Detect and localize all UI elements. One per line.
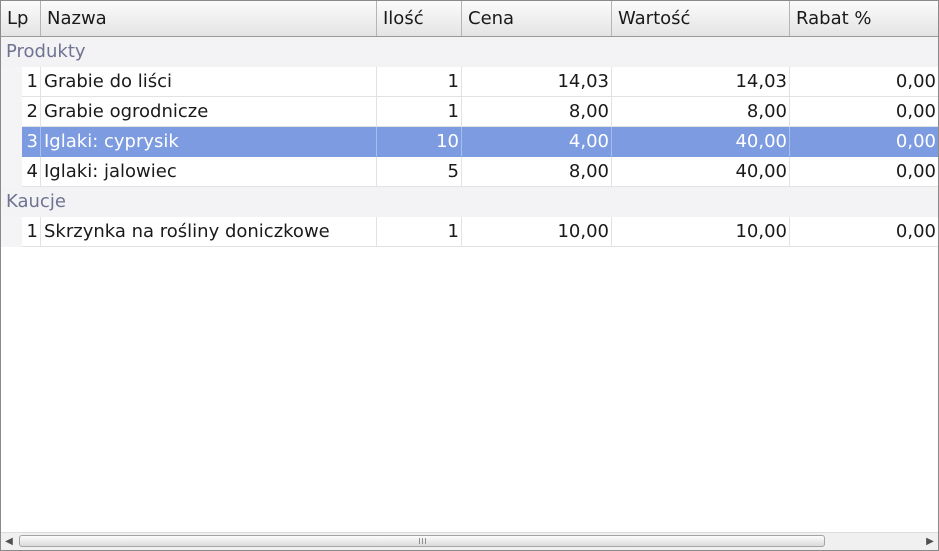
cell-nazwa[interactable]: Iglaki: cyprysik (41, 127, 377, 157)
cell-lp[interactable]: 3 (22, 127, 41, 157)
cell-wartosc[interactable]: 10,00 (612, 217, 790, 247)
group-header-produkty[interactable]: Produkty (1, 37, 938, 67)
cell-cena[interactable]: 4,00 (462, 127, 612, 157)
column-header-lp[interactable]: Lp (1, 1, 41, 36)
arrow-right-icon[interactable]: ▶ (922, 533, 938, 550)
row-indent (1, 217, 22, 247)
group-header-kaucje[interactable]: Kaucje (1, 187, 938, 217)
cell-nazwa[interactable]: Iglaki: jalowiec (41, 157, 377, 187)
cell-ilosc[interactable]: 5 (377, 157, 462, 187)
cell-lp[interactable]: 1 (22, 67, 41, 97)
table-row[interactable]: 1 Grabie do liści 1 14,03 14,03 0,00 (1, 67, 938, 97)
cell-rabat[interactable]: 0,00 (790, 127, 938, 157)
cell-wartosc[interactable]: 14,03 (612, 67, 790, 97)
cell-lp[interactable]: 1 (22, 217, 41, 247)
cell-cena[interactable]: 14,03 (462, 67, 612, 97)
cell-cena[interactable]: 8,00 (462, 97, 612, 127)
scrollbar-thumb[interactable] (19, 535, 825, 547)
items-grid[interactable]: Lp Nazwa Ilość Cena Wartość Rabat % Prod… (0, 0, 939, 551)
column-header-rabat[interactable]: Rabat % (790, 1, 938, 36)
cell-nazwa[interactable]: Grabie ogrodnicze (41, 97, 377, 127)
column-header-wartosc[interactable]: Wartość (612, 1, 790, 36)
cell-nazwa[interactable]: Skrzynka na rośliny doniczkowe (41, 217, 377, 247)
column-header-nazwa[interactable]: Nazwa (41, 1, 377, 36)
cell-rabat[interactable]: 0,00 (790, 67, 938, 97)
horizontal-scrollbar[interactable]: ◀ ▶ (1, 532, 938, 550)
row-indent (1, 127, 22, 157)
cell-wartosc[interactable]: 40,00 (612, 157, 790, 187)
cell-cena[interactable]: 10,00 (462, 217, 612, 247)
grid-header: Lp Nazwa Ilość Cena Wartość Rabat % (1, 1, 938, 37)
cell-ilosc[interactable]: 1 (377, 67, 462, 97)
table-row-selected[interactable]: 3 Iglaki: cyprysik 10 4,00 40,00 0,00 (1, 127, 938, 157)
cell-ilosc[interactable]: 1 (377, 97, 462, 127)
table-row[interactable]: 4 Iglaki: jalowiec 5 8,00 40,00 0,00 (1, 157, 938, 187)
arrow-left-icon[interactable]: ◀ (1, 533, 17, 550)
grip-icon (419, 538, 426, 544)
table-row[interactable]: 1 Skrzynka na rośliny doniczkowe 1 10,00… (1, 217, 938, 247)
cell-rabat[interactable]: 0,00 (790, 217, 938, 247)
cell-ilosc[interactable]: 10 (377, 127, 462, 157)
cell-rabat[interactable]: 0,00 (790, 157, 938, 187)
column-header-ilosc[interactable]: Ilość (377, 1, 462, 36)
cell-lp[interactable]: 4 (22, 157, 41, 187)
cell-wartosc[interactable]: 8,00 (612, 97, 790, 127)
cell-lp[interactable]: 2 (22, 97, 41, 127)
cell-cena[interactable]: 8,00 (462, 157, 612, 187)
row-indent (1, 97, 22, 127)
cell-wartosc[interactable]: 40,00 (612, 127, 790, 157)
cell-nazwa[interactable]: Grabie do liści (41, 67, 377, 97)
row-indent (1, 67, 22, 97)
row-indent (1, 157, 22, 187)
table-row[interactable]: 2 Grabie ogrodnicze 1 8,00 8,00 0,00 (1, 97, 938, 127)
column-header-cena[interactable]: Cena (462, 1, 612, 36)
cell-ilosc[interactable]: 1 (377, 217, 462, 247)
cell-rabat[interactable]: 0,00 (790, 97, 938, 127)
